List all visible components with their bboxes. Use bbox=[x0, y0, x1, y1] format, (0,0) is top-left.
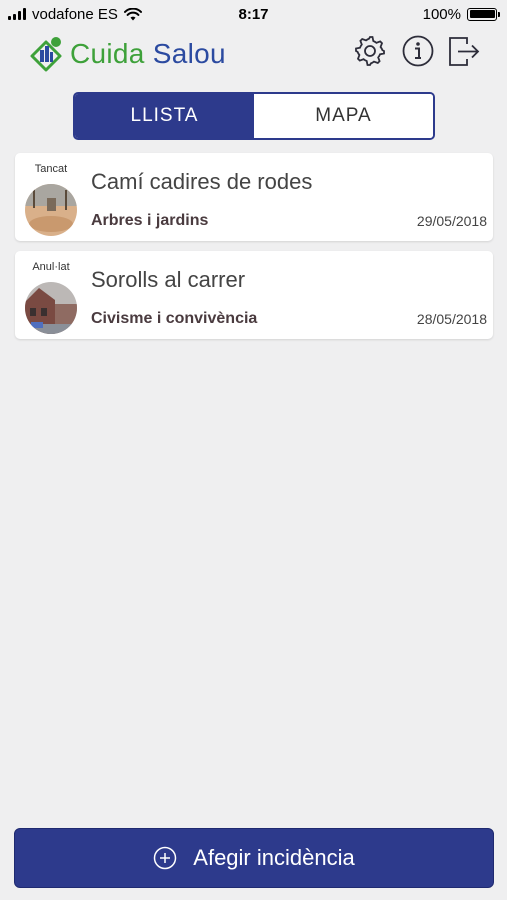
logo-text-cuida: Cuida bbox=[70, 38, 153, 69]
battery-percent: 100% bbox=[422, 5, 461, 23]
wifi-icon bbox=[123, 7, 142, 20]
add-incident-button[interactable]: Afegir incidència bbox=[14, 828, 494, 888]
app-header: Cuida Salou bbox=[0, 30, 507, 76]
incident-card[interactable]: Anul·lat Sorolls al carrer Civisme i con… bbox=[15, 251, 493, 339]
battery-fill bbox=[469, 10, 495, 18]
incident-status: Anul·lat bbox=[32, 261, 70, 273]
view-toggle: LLISTA MAPA bbox=[73, 92, 435, 140]
signal-icon bbox=[8, 8, 26, 20]
logo-mark-icon bbox=[30, 37, 62, 72]
gear-icon[interactable] bbox=[353, 34, 387, 68]
incident-card[interactable]: Tancat Camí cadires de rodes Arbres i ja… bbox=[15, 153, 493, 241]
incident-date: 29/05/2018 bbox=[416, 213, 487, 229]
tab-mapa[interactable]: MAPA bbox=[254, 94, 433, 138]
incident-status: Tancat bbox=[34, 163, 68, 175]
status-left: vodafone ES bbox=[8, 6, 142, 23]
status-bar: vodafone ES 8:17 100% bbox=[0, 0, 507, 28]
plus-circle-icon bbox=[154, 846, 177, 870]
logo-text: Cuida Salou bbox=[70, 38, 226, 70]
info-icon[interactable] bbox=[401, 34, 435, 68]
incident-thumbnail bbox=[25, 184, 77, 236]
tab-llista[interactable]: LLISTA bbox=[75, 94, 254, 138]
incident-thumbnail bbox=[25, 282, 77, 334]
status-right: 100% bbox=[422, 5, 500, 23]
logout-icon[interactable] bbox=[447, 34, 481, 68]
app-logo: Cuida Salou bbox=[26, 34, 226, 74]
battery-icon bbox=[467, 7, 500, 21]
incident-title: Sorolls al carrer bbox=[91, 267, 246, 292]
incident-category: Civisme i convivència bbox=[91, 310, 258, 327]
carrier-label: vodafone ES bbox=[32, 5, 118, 23]
incident-date: 28/05/2018 bbox=[416, 311, 487, 327]
incident-category: Arbres i jardins bbox=[91, 212, 209, 229]
incident-title: Camí cadires de rodes bbox=[91, 169, 313, 194]
add-incident-label: Afegir incidència bbox=[193, 845, 355, 870]
logo-text-salou: Salou bbox=[152, 38, 226, 69]
